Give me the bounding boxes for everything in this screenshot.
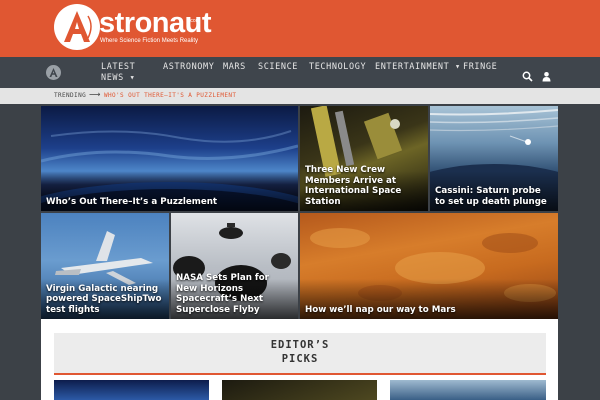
article-title[interactable]: Three New Crew Members Arrive at Interna…: [305, 165, 423, 207]
search-icon[interactable]: [522, 67, 533, 82]
article-tile[interactable]: Virgin Galactic nearing powered SpaceShi…: [41, 213, 169, 319]
trending-link[interactable]: WHO'S OUT THERE–IT'S A PUZZLEMENT: [104, 92, 236, 99]
article-tile[interactable]: NASA Sets Plan for New Horizons Spacecra…: [171, 213, 298, 319]
nav-item-technology[interactable]: TECHNOLOGY: [309, 62, 366, 73]
editors-picks-divider: [54, 373, 546, 375]
editors-pick-thumbnail[interactable]: [54, 380, 209, 400]
user-icon[interactable]: [541, 67, 552, 82]
editors-picks-title: EDITOR’S PICKS: [54, 338, 546, 366]
nav-item-latest-news[interactable]: LATEST NEWS ▾: [101, 62, 135, 84]
main-nav: LATEST NEWS ▾ ASTRONOMY MARS SCIENCE TEC…: [0, 57, 600, 88]
site-header: stronaut .com Where Science Fiction Meet…: [0, 0, 600, 57]
article-title[interactable]: Who’s Out There–It’s a Puzzlement: [46, 197, 293, 208]
nav-item-label: LATEST: [101, 62, 136, 72]
nav-item-mars[interactable]: MARS: [223, 62, 246, 73]
nav-item-astronomy[interactable]: ASTRONOMY: [163, 62, 214, 73]
editors-picks-title-line2: PICKS: [281, 353, 319, 365]
trending-bar: TRENDING ⟶ WHO'S OUT THERE–IT'S A PUZZLE…: [0, 88, 600, 104]
article-title[interactable]: NASA Sets Plan for New Horizons Spacecra…: [176, 273, 293, 315]
logo-domain: .com: [189, 18, 200, 24]
logo-a-icon: [54, 4, 100, 50]
article-tile[interactable]: Who’s Out There–It’s a Puzzlement: [41, 106, 298, 211]
nav-item-label: NEWS ▾: [101, 73, 136, 83]
logo-tagline: Where Science Fiction Meets Reality: [100, 38, 199, 44]
editors-picks-title-line1: EDITOR’S: [270, 339, 330, 351]
article-title[interactable]: Virgin Galactic nearing powered SpaceShi…: [46, 284, 164, 316]
article-title[interactable]: How we’ll nap our way to Mars: [305, 305, 553, 316]
site-logo[interactable]: stronaut .com Where Science Fiction Meet…: [54, 4, 214, 52]
nav-home-logo-icon[interactable]: [46, 65, 61, 80]
article-tile[interactable]: Three New Crew Members Arrive at Interna…: [300, 106, 428, 211]
article-tile[interactable]: How we’ll nap our way to Mars: [300, 213, 558, 319]
article-title[interactable]: Cassini: Saturn probe to set up death pl…: [435, 186, 553, 207]
nav-item-entertainment[interactable]: ENTERTAINMENT ▾: [375, 62, 461, 73]
nav-item-science[interactable]: SCIENCE: [258, 62, 298, 73]
article-tile[interactable]: Cassini: Saturn probe to set up death pl…: [430, 106, 558, 211]
editors-pick-thumbnail[interactable]: [222, 380, 377, 400]
arrow-right-icon: ⟶: [89, 90, 101, 99]
nav-item-fringe[interactable]: FRINGE: [463, 62, 497, 73]
trending-label: TRENDING: [54, 92, 87, 99]
editors-pick-thumbnail[interactable]: [390, 380, 546, 400]
